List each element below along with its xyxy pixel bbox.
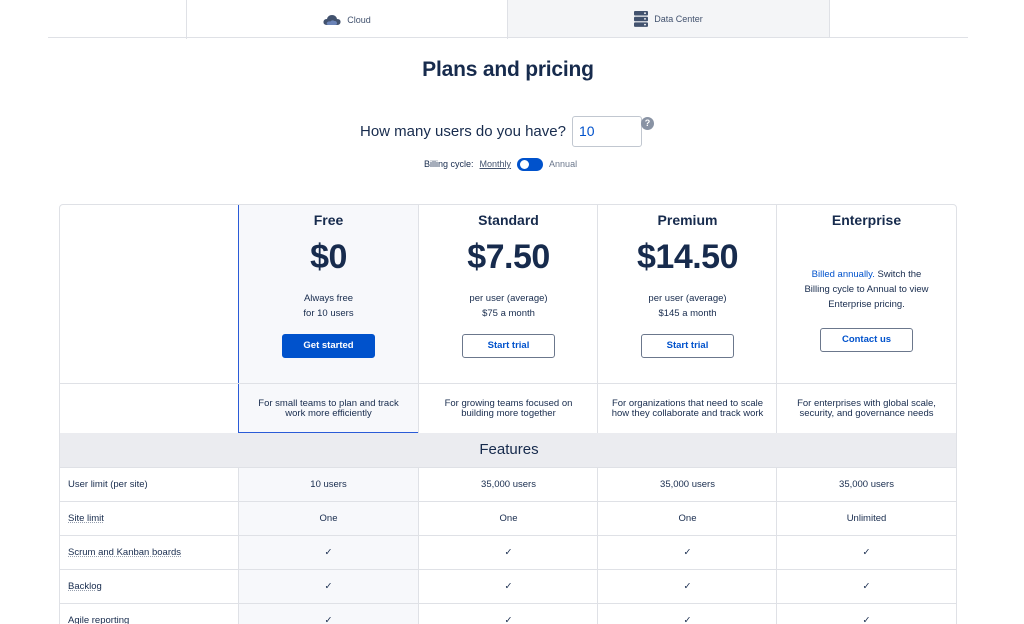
check-icon: ✓ [504, 581, 513, 592]
tabs-divider [48, 37, 968, 38]
feature-value: One [678, 513, 697, 524]
contact-us-button[interactable]: Contact us [820, 328, 913, 352]
plan-premium: Premium $14.50 per user (average) $145 a… [598, 205, 777, 358]
toggle-knob [520, 159, 530, 169]
plan-name: Standard [478, 212, 539, 228]
billing-cycle-toggle[interactable] [517, 157, 544, 171]
plan-subtext-line: for 10 users [303, 308, 354, 319]
plan-description-row: For small teams to plan and track work m… [60, 383, 956, 433]
plan-subtext: per user (average) $145 a month [598, 291, 777, 321]
tab-cloud[interactable]: Cloud [186, 0, 508, 39]
check-icon: ✓ [504, 547, 513, 558]
check-icon: ✓ [683, 615, 692, 624]
billing-cycle-label: Billing cycle: [424, 159, 474, 169]
enterprise-billing-note: Billed annually. Switch the Billing cycl… [777, 241, 956, 325]
plan-subtext: per user (average) $75 a month [419, 291, 598, 321]
user-count-input[interactable] [571, 115, 642, 147]
feature-name[interactable]: Agile reporting [68, 604, 238, 624]
billing-monthly-option[interactable]: Monthly [480, 159, 512, 169]
feature-name: User limit (per site) [68, 479, 148, 490]
feature-value: 35,000 users [481, 479, 536, 490]
start-trial-standard-button[interactable]: Start trial [462, 334, 555, 358]
plan-description: For small teams to plan and track work m… [258, 398, 399, 419]
feature-row: Backlog ✓ ✓ ✓ ✓ [60, 569, 956, 603]
feature-row: Scrum and Kanban boards ✓ ✓ ✓ ✓ [60, 535, 956, 569]
feature-value: 35,000 users [839, 479, 894, 490]
plan-enterprise: Enterprise Billed annually. Switch the B… [777, 205, 956, 352]
tab-cloud-label: Cloud [347, 14, 371, 25]
users-question: How many users do you have? [360, 122, 566, 140]
plan-subtext-line: per user (average) [648, 293, 727, 304]
plan-subtext-line: $145 a month [658, 308, 717, 319]
plan-name: Free [313, 212, 344, 228]
plan-price: $14.50 [637, 238, 739, 276]
plan-subtext: Always free for 10 users [239, 291, 418, 321]
check-icon: ✓ [862, 615, 871, 624]
plan-description: For organizations that need to scale how… [611, 398, 764, 419]
check-icon: ✓ [324, 615, 333, 624]
billed-annually-link[interactable]: Billed annually. [812, 269, 875, 280]
page-title: Plans and pricing [422, 58, 594, 81]
plan-price: $7.50 [467, 238, 550, 276]
plan-description: For enterprises with global scale, secur… [797, 398, 936, 419]
users-row: How many users do you have? [360, 115, 642, 147]
get-started-button[interactable]: Get started [282, 334, 375, 358]
plan-name: Premium [657, 212, 718, 228]
plan-price: $0 [310, 238, 347, 276]
server-icon [634, 11, 649, 27]
feature-value: Unlimited [846, 513, 887, 524]
check-icon: ✓ [324, 547, 333, 558]
billing-annual-option[interactable]: Annual [549, 159, 577, 169]
check-icon: ✓ [862, 581, 871, 592]
check-icon: ✓ [862, 547, 871, 558]
plan-standard: Standard $7.50 per user (average) $75 a … [419, 205, 598, 358]
cloud-icon [323, 14, 341, 26]
feature-row: User limit (per site) 10 users 35,000 us… [60, 467, 956, 501]
billing-cycle: Billing cycle: Monthly Annual [424, 156, 577, 172]
feature-row: Agile reporting ✓ ✓ ✓ ✓ [60, 603, 956, 624]
feature-value: One [499, 513, 518, 524]
plan-description: For growing teams focused on building mo… [444, 398, 573, 419]
check-icon: ✓ [324, 581, 333, 592]
plan-free: Free $0 Always free for 10 users Get sta… [239, 205, 418, 358]
plan-name: Enterprise [831, 212, 902, 228]
plan-subtext-line: $75 a month [482, 308, 535, 319]
check-icon: ✓ [504, 615, 513, 624]
help-icon[interactable]: ? [641, 117, 654, 130]
plan-subtext-line: Always free [303, 293, 354, 304]
features-heading: Features [60, 433, 956, 467]
plan-subtext-line: per user (average) [469, 293, 548, 304]
check-icon: ✓ [683, 547, 692, 558]
feature-value: 10 users [310, 479, 347, 490]
feature-row: Site limit One One One Unlimited [60, 501, 956, 535]
feature-value: 35,000 users [660, 479, 715, 490]
pricing-table: Free $0 Always free for 10 users Get sta… [59, 204, 957, 624]
feature-name[interactable]: Scrum and Kanban boards [68, 536, 238, 569]
feature-name[interactable]: Site limit [68, 502, 238, 535]
start-trial-premium-button[interactable]: Start trial [641, 334, 734, 358]
feature-value: One [319, 513, 338, 524]
tab-data-center-label: Data Center [654, 14, 703, 24]
deployment-tabs: Cloud Data Center [0, 0, 1024, 39]
feature-name[interactable]: Backlog [68, 570, 238, 603]
tab-data-center[interactable]: Data Center [508, 0, 830, 38]
check-icon: ✓ [683, 581, 692, 592]
